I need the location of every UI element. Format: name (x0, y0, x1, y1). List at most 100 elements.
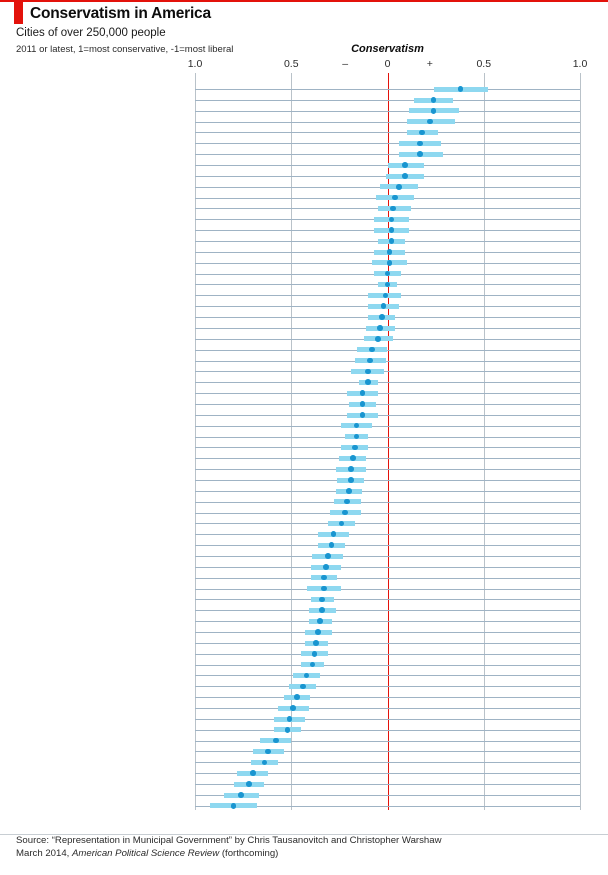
row-baseline (195, 588, 580, 590)
estimate-dot (319, 596, 325, 603)
estimate-dot (430, 107, 437, 114)
estimate-dot (261, 759, 268, 766)
row-baseline (195, 501, 580, 503)
estimate-dot (346, 488, 352, 494)
estimate-dot (402, 162, 408, 168)
row-baseline (195, 436, 580, 438)
estimate-dot (396, 183, 402, 190)
row-baseline (195, 697, 580, 699)
row-baseline (195, 610, 580, 612)
estimate-dot (273, 737, 279, 744)
estimate-dot (378, 314, 385, 320)
row-baseline (195, 490, 580, 492)
row-baseline (195, 621, 580, 623)
estimate-dot (359, 412, 366, 418)
row-baseline (195, 566, 580, 568)
row-baseline (195, 708, 580, 710)
source-line-2: March 2014, American Political Science R… (16, 848, 442, 861)
estimate-dot (377, 325, 383, 331)
row-baseline (195, 555, 580, 557)
row-baseline (195, 718, 580, 720)
estimate-dot (386, 249, 393, 255)
row-baseline (195, 545, 580, 547)
estimate-dot (350, 455, 356, 462)
x-tick-label: 0 (384, 58, 391, 70)
row-baseline (195, 425, 580, 427)
estimate-dot (375, 335, 381, 342)
estimate-dot (417, 151, 424, 157)
estimate-dot (402, 173, 408, 179)
row-baseline (195, 534, 580, 536)
estimate-dot (311, 650, 318, 657)
source-status: (forthcoming) (219, 848, 279, 860)
row-baseline (195, 99, 580, 101)
x-gridline (195, 73, 196, 810)
row-baseline (195, 414, 580, 416)
row-baseline (195, 686, 580, 688)
estimate-dot (238, 792, 244, 798)
estimate-dot (300, 683, 306, 690)
source-note: Source: “Representation in Municipal Gov… (16, 835, 442, 861)
estimate-dot (246, 781, 252, 787)
source-date: March 2014, (16, 848, 72, 860)
row-baseline (195, 143, 580, 145)
estimate-dot (286, 716, 293, 722)
row-baseline (195, 393, 580, 395)
estimate-dot (359, 390, 366, 396)
row-baseline (195, 653, 580, 655)
estimate-dot (359, 401, 366, 407)
row-baseline (195, 132, 580, 134)
estimate-dot (427, 118, 433, 125)
x-gridline (580, 73, 581, 810)
estimate-dot (386, 259, 393, 266)
x-tick-label: 1.0 (187, 58, 203, 70)
chart-plot-area: Conservatism 1.0 0.5 0 0.5 1.0 – + (0, 0, 608, 875)
estimate-dot (284, 726, 291, 733)
row-baseline (195, 382, 580, 384)
estimate-dot (294, 694, 300, 700)
row-baseline (195, 577, 580, 579)
row-baseline (195, 512, 580, 514)
row-baseline (195, 371, 580, 373)
estimate-dot (351, 444, 358, 451)
estimate-dot (319, 607, 325, 614)
row-baseline (195, 110, 580, 112)
estimate-dot (365, 368, 372, 375)
x-gridline (483, 73, 485, 810)
estimate-dot (265, 748, 271, 755)
estimate-dot (323, 564, 329, 570)
row-baseline (195, 89, 580, 90)
row-baseline (195, 740, 580, 742)
estimate-dot (313, 640, 320, 646)
estimate-dot (348, 477, 354, 483)
source-journal: American Political Science Review (72, 848, 220, 860)
row-baseline (195, 664, 580, 666)
estimate-dot (321, 585, 327, 592)
axis-title: Conservatism (351, 43, 424, 55)
row-baseline (195, 349, 580, 351)
estimate-dot (417, 140, 424, 147)
estimate-dot (348, 466, 354, 472)
row-baseline (195, 469, 580, 471)
estimate-dot (317, 618, 323, 624)
row-baseline (195, 599, 580, 601)
estimate-dot (315, 629, 321, 635)
axis-sign-label: + (426, 58, 433, 70)
row-baseline (195, 121, 580, 123)
row-baseline (195, 642, 580, 644)
source-line-1: Source: “Representation in Municipal Gov… (16, 835, 442, 847)
x-tick-label: 0.5 (283, 58, 299, 70)
row-baseline (195, 154, 580, 156)
row-baseline (195, 479, 580, 481)
row-baseline (195, 403, 580, 405)
estimate-dot (249, 770, 256, 776)
row-baseline (195, 523, 580, 525)
estimate-dot (388, 238, 395, 244)
estimate-dot (419, 129, 425, 136)
row-baseline (195, 632, 580, 633)
x-tick-label: 1.0 (572, 58, 588, 70)
estimate-dot (290, 705, 296, 711)
estimate-dot (365, 379, 372, 385)
row-baseline (195, 675, 580, 677)
row-baseline (195, 729, 580, 731)
